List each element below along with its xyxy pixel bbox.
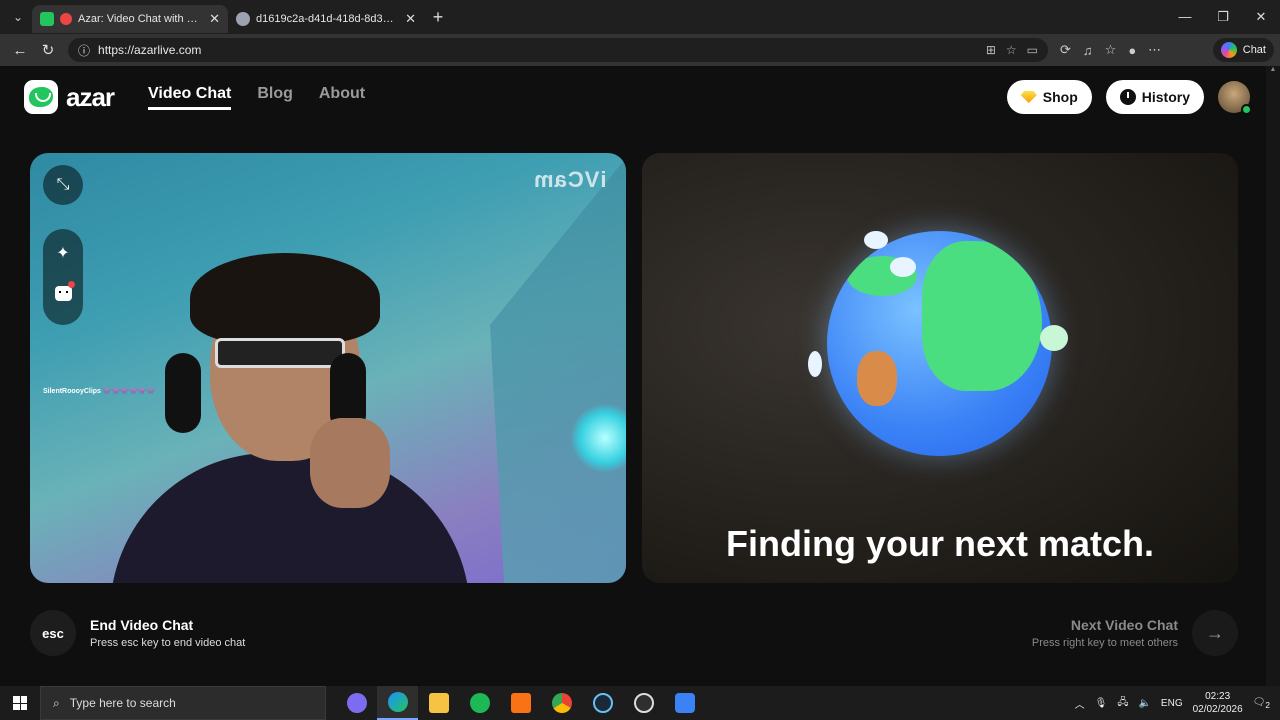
site-header: azar Video Chat Blog About Shop History <box>24 80 1252 115</box>
back-icon[interactable]: ← <box>6 36 34 64</box>
self-video-panel: iVCam SilentRoooyClips 👾👾👾👾👾👾 ⤡ ✦ <box>30 153 626 583</box>
tab-actions-menu[interactable]: ⌄ <box>4 4 32 30</box>
more-icon[interactable]: ⋯ <box>1148 42 1161 58</box>
start-button[interactable] <box>0 686 40 720</box>
page-scrollbar[interactable]: ▲ <box>1266 66 1280 686</box>
tab-title: d1619c2a-d41d-418d-8d32-d8e6 <box>256 13 399 25</box>
shop-button[interactable]: Shop <box>1006 80 1092 114</box>
shop-label: Shop <box>1042 89 1078 105</box>
taskbar-clock[interactable]: 02:23 02/02/2026 <box>1193 690 1243 716</box>
language-indicator[interactable]: ENG <box>1161 698 1183 709</box>
browser-tab-bar: ⌄ Azar: Video Chat with New Pe ✕ d1619c2… <box>0 0 1280 34</box>
microphone-icon[interactable]: 🎙 <box>1095 698 1108 709</box>
end-chat-title: End Video Chat <box>90 617 194 633</box>
nav-blog[interactable]: Blog <box>257 85 293 110</box>
taskbar-app-archive[interactable] <box>500 686 541 720</box>
next-chat-title: Next Video Chat <box>1070 617 1178 633</box>
match-video-panel: Finding your next match. <box>642 153 1238 583</box>
copilot-icon <box>1220 42 1237 58</box>
scroll-up-icon[interactable]: ▲ <box>1266 66 1280 73</box>
search-icon: ⌕ <box>53 695 60 710</box>
url-text: https://azarlive.com <box>98 43 202 57</box>
tab-azar[interactable]: Azar: Video Chat with New Pe ✕ <box>32 5 228 33</box>
taskbar-app-steam[interactable] <box>582 686 623 720</box>
end-chat-button[interactable]: esc <box>30 610 76 656</box>
username-overlay: SilentRoooyClips 👾👾👾👾👾👾 <box>43 388 156 395</box>
gem-icon <box>1020 91 1037 103</box>
copilot-chat-button[interactable]: Chat <box>1212 38 1274 62</box>
windows-logo-icon <box>13 696 27 710</box>
volume-icon[interactable]: 🔈 <box>1138 698 1150 709</box>
globe-icon <box>827 231 1052 456</box>
taskbar-app-explorer[interactable] <box>418 686 459 720</box>
azar-favicon-icon <box>40 12 54 26</box>
taskbar-app-edge[interactable] <box>377 686 418 720</box>
taskbar-app-chrome[interactable] <box>541 686 582 720</box>
chat-label: Chat <box>1242 44 1266 56</box>
page: ▲ azar Video Chat Blog About Shop Histor… <box>0 66 1280 686</box>
nav-video-chat[interactable]: Video Chat <box>148 85 232 110</box>
close-tab-icon[interactable]: ✕ <box>209 11 220 27</box>
system-tray: ︿ 🎙 🖧 🔈 ENG 02:23 02/02/2026 🗨2 <box>1075 690 1280 716</box>
main-nav: Video Chat Blog About <box>148 85 365 110</box>
nav-about[interactable]: About <box>319 85 365 110</box>
favorites-icon[interactable]: ☆ <box>1105 42 1117 58</box>
camera-icon[interactable]: ▭ <box>1027 43 1038 57</box>
recording-icon <box>60 13 72 25</box>
online-badge <box>1241 104 1252 115</box>
history-label: History <box>1141 89 1190 105</box>
finding-match-text: Finding your next match. <box>725 523 1155 564</box>
tab-title: Azar: Video Chat with New Pe <box>78 13 203 25</box>
favorite-star-icon[interactable]: ☆ <box>1006 43 1017 57</box>
ivcam-watermark: iVCam <box>532 167 606 192</box>
avatar[interactable] <box>1218 81 1252 115</box>
clock-icon <box>1119 89 1136 105</box>
chat-controls: esc End Video Chat Press esc key to end … <box>30 610 1238 656</box>
maximize-icon[interactable]: ❐ <box>1204 9 1242 25</box>
taskbar-search[interactable]: ⌕ Type here to search <box>40 686 326 720</box>
logo-text: azar <box>66 81 115 112</box>
site-info-icon[interactable]: ⓘ <box>78 42 90 59</box>
taskbar-app-ivcam[interactable] <box>664 686 705 720</box>
network-icon[interactable]: 🖧 <box>1117 695 1128 712</box>
tab-second[interactable]: d1619c2a-d41d-418d-8d32-d8e6 ✕ <box>228 5 424 33</box>
face-filter-icon[interactable] <box>43 273 83 313</box>
history-button[interactable]: History <box>1105 80 1204 114</box>
globe-icon <box>236 12 250 26</box>
end-chat-hint: Press esc key to end video chat <box>90 637 246 649</box>
taskbar-app-obs[interactable] <box>623 686 664 720</box>
minimize-icon[interactable]: — <box>1166 9 1204 25</box>
close-tab-icon[interactable]: ✕ <box>405 11 416 27</box>
notifications-icon[interactable]: 🗨2 <box>1253 697 1270 710</box>
windows-taskbar: ⌕ Type here to search ︿ 🎙 🖧 🔈 ENG 02:23 … <box>0 686 1280 720</box>
apps-icon[interactable]: ⊞ <box>986 43 996 57</box>
next-chat-hint: Press right key to meet others <box>1031 637 1178 649</box>
close-window-icon[interactable]: ✕ <box>1242 9 1280 25</box>
tray-overflow-icon[interactable]: ︿ <box>1075 696 1085 711</box>
taskbar-app-spotify[interactable] <box>459 686 500 720</box>
window-controls: — ❐ ✕ <box>1166 9 1280 25</box>
new-tab-button[interactable]: + <box>424 7 452 28</box>
azar-logo[interactable]: azar <box>24 80 115 114</box>
minimize-video-icon[interactable]: ⤡ <box>43 165 83 205</box>
next-chat-button[interactable]: → <box>1192 610 1238 656</box>
profile-icon[interactable]: ● <box>1128 43 1136 58</box>
search-placeholder: Type here to search <box>69 696 176 710</box>
extensions-icon[interactable]: ⟳ <box>1060 42 1071 58</box>
logo-badge-icon <box>24 80 58 114</box>
taskbar-app-discord[interactable] <box>336 686 377 720</box>
reading-icon[interactable]: ♫ <box>1083 43 1093 58</box>
url-field[interactable]: ⓘ https://azarlive.com ⊞ ☆ ▭ <box>68 38 1048 62</box>
magic-wand-icon[interactable]: ✦ <box>43 233 83 273</box>
person-silhouette <box>110 453 470 583</box>
notification-dot <box>68 281 75 288</box>
address-bar-row: ← ↻ ⓘ https://azarlive.com ⊞ ☆ ▭ ⟳ ♫ ☆ ●… <box>0 34 1280 66</box>
refresh-icon[interactable]: ↻ <box>34 36 62 64</box>
